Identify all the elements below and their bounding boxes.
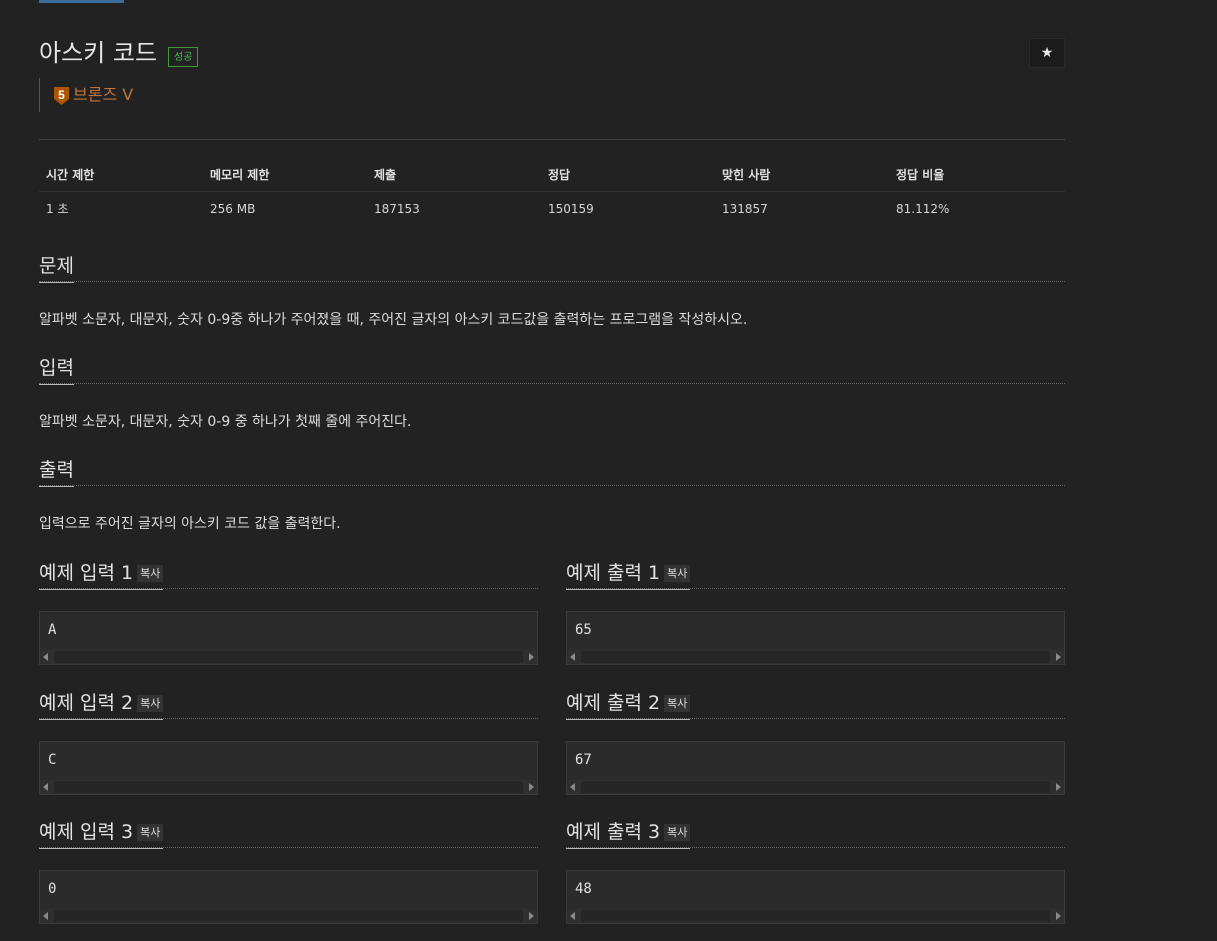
horizontal-scrollbar[interactable] xyxy=(40,780,537,794)
problem-info-table: 시간 제한 메모리 제한 제출 정답 맞힌 사람 정답 비율 1 초 256 M… xyxy=(39,158,1065,225)
description-text: 알파벳 소문자, 대문자, 숫자 0-9중 하나가 주어졌을 때, 주어진 글자… xyxy=(39,312,748,328)
sample-output-1-text: 65 xyxy=(575,622,592,638)
copy-button[interactable]: 복사 xyxy=(137,565,164,582)
output-heading: 출력 xyxy=(39,457,74,487)
status-badge: 성공 xyxy=(168,47,199,67)
sample-input-3-text: 0 xyxy=(48,881,57,897)
sample-input-3-box[interactable]: 0 xyxy=(39,870,538,924)
sample-output-2-text: 67 xyxy=(575,752,592,768)
horizontal-scrollbar[interactable] xyxy=(567,650,1064,664)
value-solved-users[interactable]: 131857 xyxy=(715,192,889,226)
sample-input-2-text: C xyxy=(48,752,57,768)
tier-number: 5 xyxy=(58,88,65,102)
sample-input-3-heading: 예제 입력 3 복사 xyxy=(39,819,164,849)
scroll-left-icon[interactable] xyxy=(43,783,48,791)
sample-input-1-heading-block: 예제 입력 1 복사 xyxy=(39,558,538,590)
scroll-right-icon[interactable] xyxy=(1056,783,1061,791)
value-submissions[interactable]: 187153 xyxy=(367,192,541,226)
horizontal-scrollbar[interactable] xyxy=(40,650,537,664)
header-accept-rate: 정답 비율 xyxy=(889,158,1065,192)
sample-input-1-heading: 예제 입력 1 복사 xyxy=(39,560,164,590)
star-icon: ★ xyxy=(1040,45,1054,61)
star-button[interactable]: ★ xyxy=(1029,38,1065,68)
description-heading: 문제 xyxy=(39,253,74,283)
sample-input-2-title: 예제 입력 2 xyxy=(39,692,134,714)
copy-button[interactable]: 복사 xyxy=(664,824,691,841)
output-heading-block: 출력 xyxy=(39,455,1065,487)
copy-button[interactable]: 복사 xyxy=(664,695,691,712)
scroll-left-icon[interactable] xyxy=(570,653,575,661)
copy-button[interactable]: 복사 xyxy=(664,565,691,582)
header-time-limit: 시간 제한 xyxy=(39,158,203,192)
sample-output-3-heading-block: 예제 출력 3 복사 xyxy=(566,817,1065,849)
tier-label[interactable]: 브론즈 V xyxy=(73,85,133,105)
scroll-left-icon[interactable] xyxy=(43,912,48,920)
scroll-right-icon[interactable] xyxy=(529,912,534,920)
output-text: 입력으로 주어진 글자의 아스키 코드 값을 출력한다. xyxy=(39,516,341,532)
info-value-row: 1 초 256 MB 187153 150159 131857 81.112% xyxy=(39,192,1065,226)
sample-output-2-box[interactable]: 67 xyxy=(566,741,1065,795)
header-memory-limit: 메모리 제한 xyxy=(203,158,367,192)
sample-input-3-title: 예제 입력 3 xyxy=(39,821,134,843)
info-header-row: 시간 제한 메모리 제한 제출 정답 맞힌 사람 정답 비율 xyxy=(39,158,1065,192)
title-row: 아스키 코드 성공 ★ xyxy=(39,38,1065,72)
sample-output-2-title: 예제 출력 2 xyxy=(566,692,661,714)
top-accent-bar xyxy=(39,0,124,3)
sample-input-3-heading-block: 예제 입력 3 복사 xyxy=(39,817,538,849)
sample-input-1-box[interactable]: A xyxy=(39,611,538,665)
scroll-right-icon[interactable] xyxy=(1056,912,1061,920)
sample-input-2-box[interactable]: C xyxy=(39,741,538,795)
scroll-left-icon[interactable] xyxy=(570,783,575,791)
sample-output-3-heading: 예제 출력 3 복사 xyxy=(566,819,691,849)
input-heading: 입력 xyxy=(39,355,74,385)
sample-output-1-box[interactable]: 65 xyxy=(566,611,1065,665)
divider xyxy=(39,139,1065,140)
sample-input-2-heading-block: 예제 입력 2 복사 xyxy=(39,688,538,720)
problem-title: 아스키 코드 xyxy=(39,39,158,67)
sample-input-1-title: 예제 입력 1 xyxy=(39,562,134,584)
horizontal-scrollbar[interactable] xyxy=(40,909,537,923)
value-memory-limit: 256 MB xyxy=(210,201,256,216)
scroll-left-icon[interactable] xyxy=(43,653,48,661)
copy-button[interactable]: 복사 xyxy=(137,824,164,841)
value-time-limit: 1 초 xyxy=(46,202,69,216)
sample-output-1-title: 예제 출력 1 xyxy=(566,562,661,584)
sample-output-1-heading-block: 예제 출력 1 복사 xyxy=(566,558,1065,590)
header-accepted: 정답 xyxy=(541,158,715,192)
sample-output-3-box[interactable]: 48 xyxy=(566,870,1065,924)
sample-input-1-text: A xyxy=(48,622,57,638)
sample-output-1-heading: 예제 출력 1 복사 xyxy=(566,560,691,590)
horizontal-scrollbar[interactable] xyxy=(567,909,1064,923)
scroll-left-icon[interactable] xyxy=(570,912,575,920)
bronze-tier-icon: 5 xyxy=(54,87,69,105)
input-text: 알파벳 소문자, 대문자, 숫자 0-9 중 하나가 첫째 줄에 주어진다. xyxy=(39,414,412,430)
scroll-right-icon[interactable] xyxy=(529,653,534,661)
sample-input-2-heading: 예제 입력 2 복사 xyxy=(39,690,164,720)
value-accept-rate: 81.112% xyxy=(896,201,950,216)
tier-row: 5 브론즈 V xyxy=(39,78,133,112)
sample-output-3-text: 48 xyxy=(575,881,592,897)
value-accepted: 150159 xyxy=(548,201,594,216)
sample-output-3-title: 예제 출력 3 xyxy=(566,821,661,843)
horizontal-scrollbar[interactable] xyxy=(567,780,1064,794)
header-solved-users: 맞힌 사람 xyxy=(715,158,889,192)
copy-button[interactable]: 복사 xyxy=(137,695,164,712)
sample-output-2-heading-block: 예제 출력 2 복사 xyxy=(566,688,1065,720)
scroll-right-icon[interactable] xyxy=(529,783,534,791)
input-heading-block: 입력 xyxy=(39,353,1065,385)
sample-output-2-heading: 예제 출력 2 복사 xyxy=(566,690,691,720)
scroll-right-icon[interactable] xyxy=(1056,653,1061,661)
description-heading-block: 문제 xyxy=(39,251,1065,283)
header-submissions: 제출 xyxy=(367,158,541,192)
